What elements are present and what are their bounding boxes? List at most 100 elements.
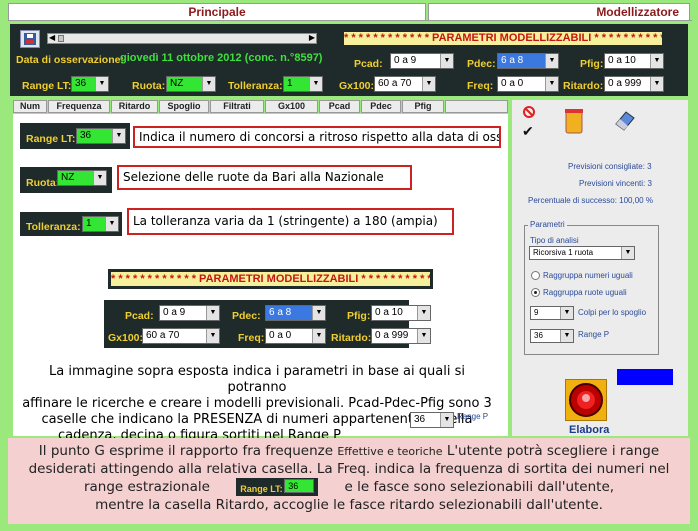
elabora-label: Elabora <box>569 424 610 436</box>
ritardo-select[interactable]: 0 a 999 ▼ <box>604 76 664 92</box>
chevron-down-icon: ▼ <box>312 329 325 343</box>
obs-date-value: giovedì 11 ottobre 2012 (conc. n.°8597) <box>120 52 323 64</box>
tipo-analisi-label: Tipo di analisi <box>530 236 579 245</box>
range-p-inline-select[interactable]: 36 ▼ <box>410 412 454 428</box>
chevron-down-icon: ▼ <box>422 77 435 91</box>
ruota-select[interactable]: NZ ▼ <box>166 76 216 92</box>
ruota-demo-select[interactable]: NZ ▼ <box>57 170 107 186</box>
demo-gx100-select[interactable]: 60 a 70 ▼ <box>142 328 220 344</box>
chevron-down-icon: ▼ <box>560 330 573 342</box>
tolleranza-demo-select[interactable]: 1 ▼ <box>82 216 119 232</box>
date-scrollbar[interactable]: ◀ ▶ <box>47 33 317 44</box>
ritardo-label: Ritardo: <box>563 80 604 92</box>
chevron-down-icon: ▼ <box>545 54 558 68</box>
target-icon <box>569 383 603 417</box>
inline-range-lt-select[interactable]: 36 <box>284 479 315 493</box>
chevron-down-icon: ▼ <box>206 329 219 343</box>
eraser-icon[interactable] <box>612 108 636 135</box>
explanation-paragraph: La immagine sopra esposta indica i param… <box>22 364 492 444</box>
col-empty <box>445 100 508 113</box>
pdec-select[interactable]: 6 a 8 ▼ <box>497 53 559 69</box>
no-entry-icon[interactable] <box>523 106 535 121</box>
demo-ritardo-label: Ritardo: <box>331 332 372 344</box>
colpi-select[interactable]: 9 ▼ <box>530 306 574 320</box>
range-lt-description: Indica il numero di concorsi a ritroso r… <box>133 126 501 148</box>
demo-pfig-select[interactable]: 0 a 10 ▼ <box>371 305 431 321</box>
elabora-button[interactable] <box>565 379 607 421</box>
tolleranza-description: La tolleranza varia da 1 (stringente) a … <box>127 208 454 235</box>
pdec-label: Pdec: <box>467 58 496 70</box>
col-filtrati[interactable]: Filtrati <box>210 100 264 113</box>
chevron-down-icon: ▼ <box>202 77 215 91</box>
chevron-down-icon: ▼ <box>206 306 219 320</box>
pfig-select[interactable]: 0 a 10 ▼ <box>604 53 664 69</box>
gx100-select[interactable]: 60 a 70 ▼ <box>374 76 436 92</box>
ruota-demo-label: Ruota: <box>26 177 60 189</box>
col-frequenza[interactable]: Frequenza <box>48 100 110 113</box>
para-line: La immagine sopra esposta indica i param… <box>49 364 465 395</box>
tab-principale[interactable]: Principale <box>8 3 426 21</box>
range-lt-label: Range LT: <box>22 80 72 92</box>
demo-pdec-select[interactable]: 6 a 8 ▼ <box>265 305 326 321</box>
col-pdec[interactable]: Pdec <box>361 100 401 113</box>
colpi-label: Colpi per lo spoglio <box>578 308 647 317</box>
parametri-group-title: Parametri <box>528 220 567 229</box>
scroll-left-icon[interactable]: ◀ <box>49 33 55 42</box>
radio-raggruppa-numeri-label: Raggruppa numeri uguali <box>543 271 633 280</box>
range-lt-select[interactable]: 36 ▼ <box>71 76 109 92</box>
bottom-line-3b: e le fasce sono selezionabili dall'utent… <box>344 479 615 495</box>
freq-select[interactable]: 0 a 0 ▼ <box>497 76 559 92</box>
col-num[interactable]: Num <box>13 100 47 113</box>
floppy-icon[interactable] <box>20 30 40 48</box>
demo-pfig-label: Pfig: <box>347 310 371 322</box>
chevron-down-icon: ▼ <box>112 129 125 143</box>
range-p-label: Range P <box>578 330 610 339</box>
radio-raggruppa-ruote-label: Raggruppa ruote uguali <box>543 288 627 297</box>
bottom-line-4: mentre la casella Ritardo, accoglie le f… <box>95 496 603 513</box>
chevron-down-icon: ▼ <box>417 306 430 320</box>
demo-freq-select[interactable]: 0 a 0 ▼ <box>265 328 326 344</box>
radio-raggruppa-numeri[interactable] <box>531 271 540 280</box>
para-line: affinare le ricerche e creare i modelli … <box>22 396 492 411</box>
range-p-select[interactable]: 36 ▼ <box>530 329 574 343</box>
demo-ritardo-select[interactable]: 0 a 999 ▼ <box>371 328 431 344</box>
range-lt-demo-select[interactable]: 36 ▼ <box>76 128 126 144</box>
demo-banner: * * * * * * * * * * * * PARAMETRI MODELL… <box>111 272 430 286</box>
chevron-down-icon: ▼ <box>650 77 663 91</box>
tipo-analisi-select[interactable]: Ricorsiva 1 ruota ▼ <box>529 246 635 260</box>
pcad-label: Pcad: <box>354 58 383 70</box>
col-spoglio[interactable]: Spoglio <box>159 100 209 113</box>
blue-indicator <box>617 369 673 385</box>
chevron-down-icon: ▼ <box>417 329 430 343</box>
previsioni-vincenti: Previsioni vincenti: 3 <box>579 179 652 188</box>
pcad-select[interactable]: 0 a 9 ▼ <box>390 53 454 69</box>
previsioni-consigliate: Previsioni consigliate: 3 <box>568 162 652 171</box>
trash-bin-icon[interactable] <box>563 107 585 138</box>
chevron-down-icon: ▼ <box>93 171 106 185</box>
chevron-down-icon: ▼ <box>440 54 453 68</box>
col-pcad[interactable]: Pcad <box>319 100 360 113</box>
bottom-line-1c: L'utente potrà scegliere i range <box>446 443 660 459</box>
tab-modellizzatore[interactable]: Modellizzatore <box>428 3 690 21</box>
chevron-down-icon: ▼ <box>650 54 663 68</box>
header-banner: * * * * * * * * * * * * PARAMETRI MODELL… <box>344 32 662 45</box>
inline-range-lt-label: Range LT: <box>240 484 283 494</box>
col-gx100[interactable]: Gx100 <box>265 100 318 113</box>
freq-label: Freq: <box>467 80 494 92</box>
scroll-thumb[interactable] <box>58 35 64 42</box>
demo-gx100-label: Gx100: <box>108 332 144 344</box>
chevron-down-icon: ▼ <box>309 77 322 91</box>
bottom-line-3: range estrazionale Range LT: 36 e le fas… <box>8 478 690 497</box>
percentuale-successo: Percentuale di successo: 100,00 % <box>528 196 653 205</box>
tolleranza-select[interactable]: 1 ▼ <box>283 76 323 92</box>
chevron-down-icon: ▼ <box>105 217 118 231</box>
col-pfig[interactable]: Pfig <box>402 100 444 113</box>
scroll-right-icon[interactable]: ▶ <box>309 33 315 42</box>
demo-pcad-select[interactable]: 0 a 9 ▼ <box>159 305 220 321</box>
bottom-line-1b: Effettive e teoriche <box>337 445 443 458</box>
col-ritardo[interactable]: Ritardo <box>111 100 158 113</box>
bottom-line-1: Il punto G esprime il rapporto fra frequ… <box>8 443 690 461</box>
chevron-down-icon: ▼ <box>560 307 573 319</box>
radio-raggruppa-ruote[interactable] <box>531 288 540 297</box>
checkmark-icon[interactable]: ✔ <box>522 123 534 140</box>
